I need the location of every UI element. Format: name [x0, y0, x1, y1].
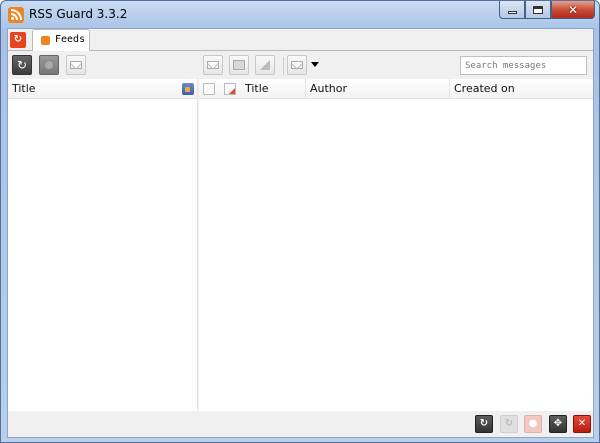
rss-icon — [8, 7, 24, 23]
status-bar: ↻ ↻ ● ✥ ✕ — [8, 411, 593, 437]
close-icon: ✕ — [577, 418, 587, 429]
client-area: ↻ Feeds ↻ Search messages Title Title Au… — [7, 28, 594, 438]
main-menu-button[interactable]: ↻ — [10, 32, 26, 48]
window-controls: ✕ — [499, 1, 595, 21]
mark-all-read-button[interactable] — [287, 55, 307, 75]
refresh-icon: ↻ — [13, 34, 23, 45]
search-input[interactable] — [460, 56, 587, 75]
status-close-button[interactable]: ✕ — [573, 415, 591, 433]
stop-icon: ● — [528, 418, 538, 429]
stop-update-button[interactable] — [39, 55, 59, 75]
status-stop-button[interactable]: ● — [524, 415, 542, 433]
read-status-column-icon[interactable] — [203, 83, 215, 95]
feeds-list[interactable] — [8, 100, 197, 411]
status-fullscreen-button[interactable]: ✥ — [549, 415, 567, 433]
toolbar-separator — [283, 57, 284, 75]
chevron-down-icon[interactable] — [311, 62, 319, 67]
refresh-icon: ↻ — [479, 418, 489, 429]
column-header-title[interactable]: Title — [8, 79, 176, 99]
refresh-icon: ↻ — [16, 58, 28, 72]
mark-all-icon — [291, 61, 303, 69]
refresh-icon: ↻ — [504, 418, 514, 429]
close-icon: ✕ — [567, 2, 579, 17]
messages-list[interactable] — [199, 100, 593, 411]
messages-pane: Title Author Created on — [199, 79, 593, 411]
important-icon — [260, 60, 270, 70]
app-window: RSS Guard 3.3.2 ✕ ↻ Feeds ↻ Search messa… — [0, 0, 600, 443]
tab-label: Feeds — [55, 34, 86, 45]
mark-read-icon — [70, 61, 82, 69]
column-header-created-on[interactable]: Created on — [450, 79, 593, 99]
mark-unread-icon — [233, 60, 245, 70]
minimize-button[interactable] — [499, 1, 525, 19]
feed-count-icon[interactable] — [182, 83, 194, 95]
tab-bar: ↻ Feeds — [8, 29, 593, 52]
window-title: RSS Guard 3.3.2 — [29, 7, 128, 21]
column-header-title[interactable]: Title — [241, 79, 306, 99]
mark-read-icon — [207, 61, 219, 69]
mark-message-unread-button[interactable] — [229, 55, 249, 75]
close-window-button[interactable]: ✕ — [551, 1, 595, 19]
move-icon: ✥ — [553, 418, 563, 429]
status-refresh-button[interactable]: ↻ — [475, 415, 493, 433]
tab-feeds[interactable]: Feeds — [32, 29, 90, 52]
update-all-feeds-button[interactable]: ↻ — [12, 55, 32, 75]
title-bar[interactable]: RSS Guard 3.3.2 ✕ — [1, 1, 599, 27]
maximize-icon — [533, 5, 543, 14]
rss-icon — [41, 36, 50, 45]
maximize-button[interactable] — [525, 1, 551, 19]
important-column-icon[interactable] — [224, 83, 236, 95]
feeds-header: Title — [8, 79, 197, 99]
messages-header: Title Author Created on — [199, 79, 593, 99]
mark-feeds-read-button[interactable] — [66, 55, 86, 75]
feeds-pane: Title — [8, 79, 198, 411]
mark-message-read-button[interactable] — [203, 55, 223, 75]
stop-icon — [44, 60, 54, 70]
column-header-author[interactable]: Author — [306, 79, 450, 99]
mark-important-button[interactable] — [255, 55, 275, 75]
status-refresh-selected-button[interactable]: ↻ — [500, 415, 518, 433]
minimize-icon — [507, 11, 517, 14]
toolbar: ↻ — [8, 51, 593, 79]
